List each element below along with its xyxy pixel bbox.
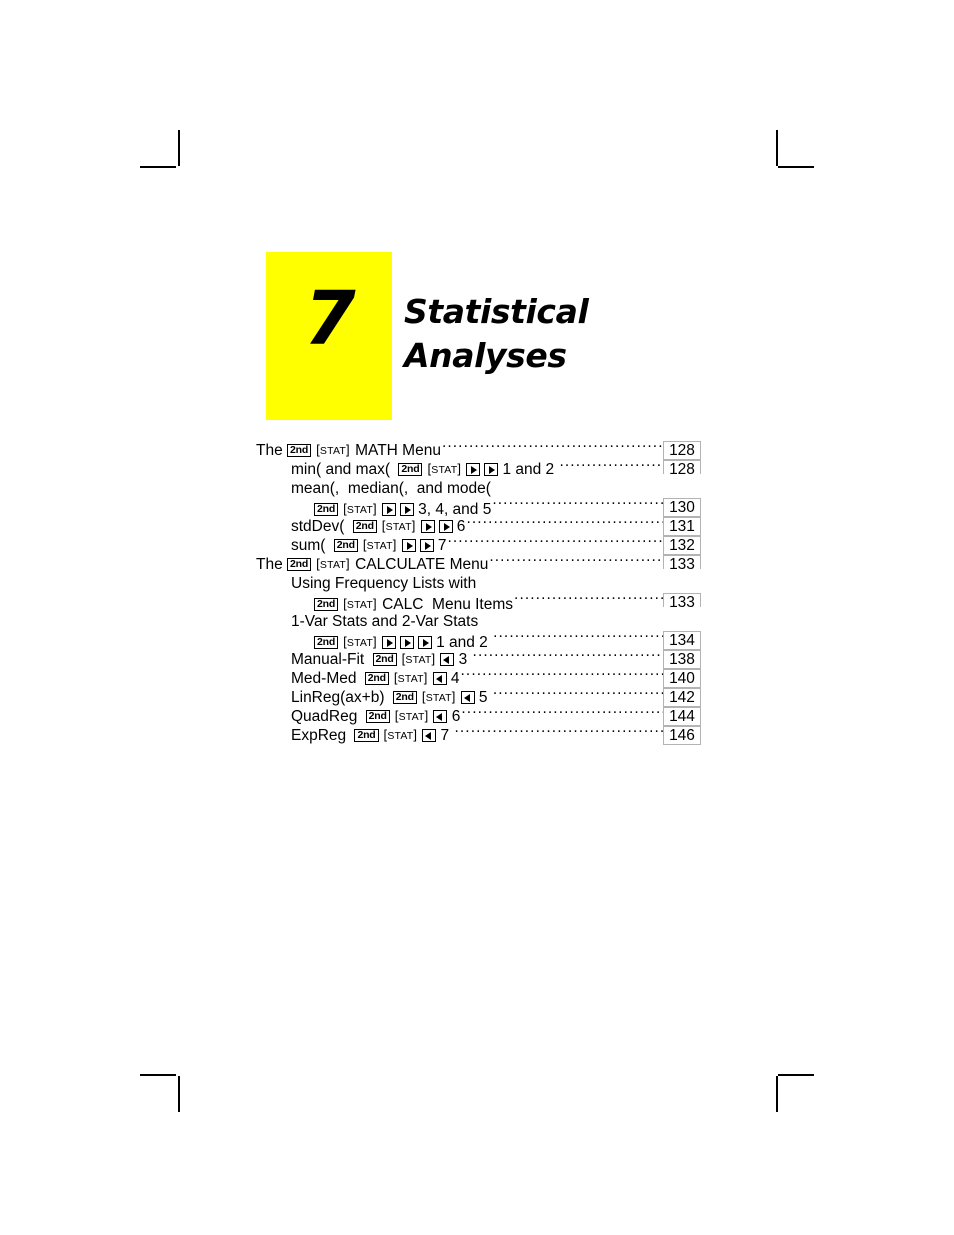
crop-mark-top-right-vertical bbox=[776, 130, 778, 166]
toc-dot-leader bbox=[473, 645, 663, 664]
crop-mark-top-left-horizontal bbox=[140, 166, 176, 168]
toc-entry[interactable]: QuadReg 2nd[STAT] 6144 bbox=[256, 702, 701, 726]
calculator-key-2nd-icon: 2nd bbox=[354, 729, 379, 742]
toc-dot-leader bbox=[447, 531, 663, 550]
toc-dot-leader bbox=[493, 683, 663, 702]
toc-entry[interactable]: LinReg(ax+b) 2nd[STAT] 5 142 bbox=[256, 683, 701, 707]
toc-dot-leader bbox=[466, 512, 663, 531]
toc-entry[interactable]: stdDev( 2nd[STAT] 6131 bbox=[256, 512, 701, 536]
crop-mark-bottom-right-vertical bbox=[776, 1076, 778, 1112]
toc-entry-text: 7 bbox=[436, 727, 454, 744]
toc-dot-leader bbox=[493, 626, 663, 645]
toc-entry[interactable]: The 2nd[STAT] MATH Menu128 bbox=[256, 436, 701, 460]
toc-entry[interactable]: Med-Med 2nd[STAT] 4140 bbox=[256, 664, 701, 688]
toc-entry[interactable]: 2nd[STAT] 3, 4, and 5130 bbox=[256, 493, 701, 518]
chapter-title-line-2: Analyses bbox=[404, 335, 567, 375]
crop-mark-bottom-right-horizontal bbox=[778, 1074, 814, 1076]
chapter-heading: 7 Statistical Analyses bbox=[266, 252, 686, 422]
chapter-title-line-1: Statistical bbox=[404, 292, 589, 331]
crop-mark-top-right-horizontal bbox=[778, 166, 814, 168]
toc-dot-leader bbox=[479, 607, 663, 626]
toc-entry[interactable]: 1-Var Stats and 2-Var Stats bbox=[256, 607, 701, 630]
calculator-key-stat-icon: [STAT] bbox=[383, 726, 418, 742]
toc-page-number[interactable] bbox=[663, 607, 701, 626]
toc-dot-leader bbox=[492, 474, 663, 493]
toc-dot-leader bbox=[461, 702, 663, 721]
toc-dot-leader bbox=[514, 588, 663, 607]
toc-dot-leader bbox=[489, 550, 663, 569]
toc-entry[interactable]: 2nd[STAT] CALC Menu Items133 bbox=[256, 588, 701, 613]
toc-entry[interactable]: The 2nd[STAT] CALCULATE Menu133 bbox=[256, 550, 701, 574]
toc-dot-leader bbox=[477, 569, 663, 588]
toc-dot-leader bbox=[442, 436, 663, 455]
toc-page-number[interactable]: 146 bbox=[663, 726, 701, 745]
document-page: 7 Statistical Analyses The 2nd [STAT] MAT… bbox=[0, 0, 954, 1235]
chapter-number: 7 bbox=[304, 276, 356, 362]
toc-entry[interactable]: sum( 2nd[STAT] 7132 bbox=[256, 531, 701, 555]
toc-entry-label: ExpReg 2nd [STAT] 7 bbox=[291, 726, 453, 745]
crop-mark-bottom-left-vertical bbox=[178, 1076, 180, 1112]
toc-dot-leader bbox=[461, 664, 664, 683]
toc-page-number[interactable] bbox=[663, 569, 701, 588]
toc-entry[interactable]: min( and max( 2nd[STAT] 1 and 2 128 bbox=[256, 455, 701, 479]
crop-mark-top-left-vertical bbox=[178, 130, 180, 166]
toc-dot-leader bbox=[454, 721, 663, 740]
crop-mark-bottom-left-horizontal bbox=[140, 1074, 176, 1076]
toc-entry-text: ExpReg bbox=[291, 727, 351, 744]
toc-entry[interactable]: 2nd[STAT] 1 and 2 134 bbox=[256, 626, 701, 651]
toc-entry[interactable]: Using Frequency Lists with bbox=[256, 569, 701, 592]
toc-dot-leader bbox=[492, 493, 663, 512]
toc-page-number[interactable] bbox=[663, 474, 701, 493]
toc-entry[interactable]: mean(, median(, and mode( bbox=[256, 474, 701, 497]
toc-entry[interactable]: ExpReg 2nd [STAT] 7 146 bbox=[256, 721, 701, 745]
chapter-title: Statistical Analyses bbox=[404, 290, 694, 378]
calculator-key-arrow-left-icon bbox=[422, 729, 437, 742]
table-of-contents: The 2nd[STAT] MATH Menu128min( and max( … bbox=[256, 436, 701, 745]
toc-entry[interactable]: Manual-Fit 2nd[STAT] 3 138 bbox=[256, 645, 701, 669]
toc-dot-leader bbox=[559, 455, 663, 474]
